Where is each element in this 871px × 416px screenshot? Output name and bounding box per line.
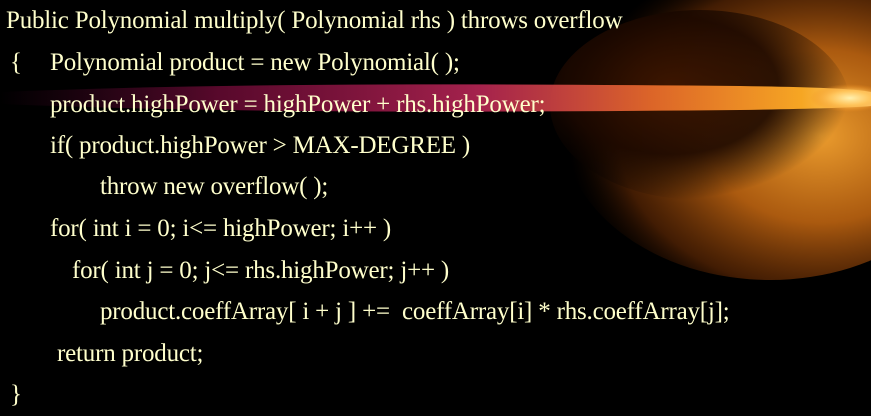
code-line-5: if( product.highPower > MAX-DEGREE ) xyxy=(50,132,471,159)
code-line-11: } xyxy=(10,381,22,408)
code-line-10: return product; xyxy=(57,340,204,367)
code-line-6: throw new overflow( ); xyxy=(100,173,329,200)
code-line-3: Polynomial product = new Polynomial( ); xyxy=(50,49,460,76)
code-line-4: product.highPower = highPower + rhs.high… xyxy=(50,91,546,118)
code-block: Public Polynomial multiply( Polynomial r… xyxy=(0,0,871,416)
slide: Public Polynomial multiply( Polynomial r… xyxy=(0,0,871,416)
code-line-7: for( int i = 0; i<= highPower; i++ ) xyxy=(50,215,392,242)
code-line-9: product.coeffArray[ i + j ] += coeffArra… xyxy=(100,298,730,325)
code-line-8: for( int j = 0; j<= rhs.highPower; j++ ) xyxy=(72,257,450,284)
code-line-1: Public Polynomial multiply( Polynomial r… xyxy=(6,7,623,34)
code-line-2: { xyxy=(10,49,22,76)
